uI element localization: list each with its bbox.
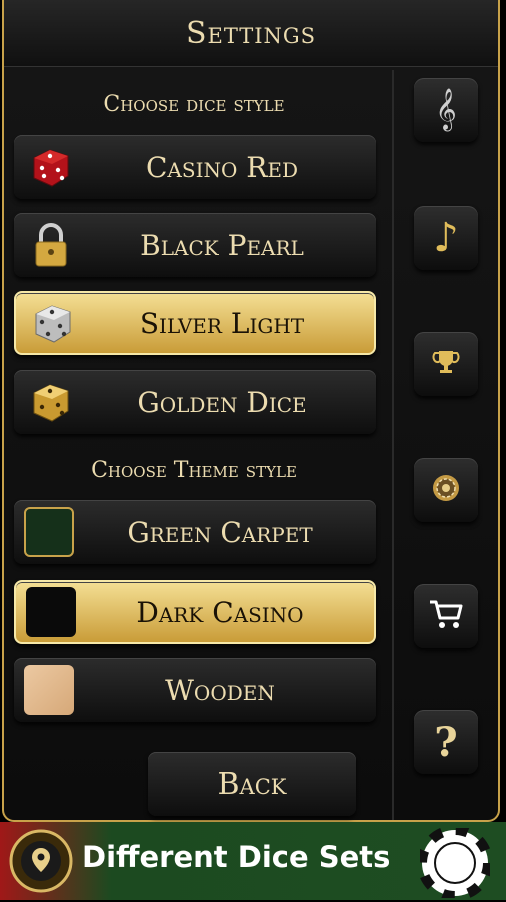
dice-option-label: Silver Light [139,306,305,340]
theme-style-heading: Choose Theme style [91,458,297,483]
title-bar: Settings [4,0,498,67]
shop-button[interactable] [414,584,478,648]
dice-option-casino-red[interactable]: Casino Red [14,135,376,199]
shopping-cart-icon [428,598,464,634]
music-settings-icon: 𝄞 [435,89,457,130]
gold-dice-icon [24,375,78,429]
theme-option-label: Dark Casino [136,595,304,629]
wooden-swatch [24,665,74,715]
sound-button[interactable]: ♪ [414,206,478,270]
green-carpet-swatch [24,507,74,557]
red-dice-icon [24,140,78,194]
theme-option-label: Green Carpet [127,515,313,549]
promo-banner[interactable]: Different Dice Sets [0,822,506,902]
theme-option-dark-casino[interactable]: Dark Casino [14,580,376,644]
page-title: Settings [185,15,317,51]
back-button-label: Back [217,766,287,802]
poker-chip-icon [417,825,493,902]
dice-option-silver-light[interactable]: Silver Light [14,291,376,355]
music-settings-button[interactable]: 𝄞 [414,78,478,142]
back-button[interactable]: Back [148,752,356,816]
sound-note-icon: ♪ [433,215,459,261]
dice-option-black-pearl[interactable]: Black Pearl [14,213,376,277]
chip-button[interactable] [414,458,478,522]
leaderboard-button[interactable] [414,332,478,396]
trophy-icon [431,347,461,381]
theme-option-label: Wooden [165,673,275,707]
dark-casino-swatch [26,587,76,637]
casino-chip-icon [431,473,461,507]
theme-option-wooden[interactable]: Wooden [14,658,376,722]
help-button[interactable]: ? [414,710,478,774]
laurel-badge-icon [8,828,74,898]
sidebar-divider [392,70,394,820]
dice-style-heading: Choose dice style [103,92,285,117]
silver-dice-icon [26,296,80,350]
dice-option-golden-dice[interactable]: Golden Dice [14,370,376,434]
dice-option-label: Black Pearl [140,228,304,262]
help-icon: ? [434,718,458,766]
theme-option-green-carpet[interactable]: Green Carpet [14,500,376,564]
padlock-icon [24,218,78,272]
dice-option-label: Casino Red [146,150,298,184]
dice-option-label: Golden Dice [137,385,307,419]
banner-text: Different Dice Sets [82,840,391,874]
